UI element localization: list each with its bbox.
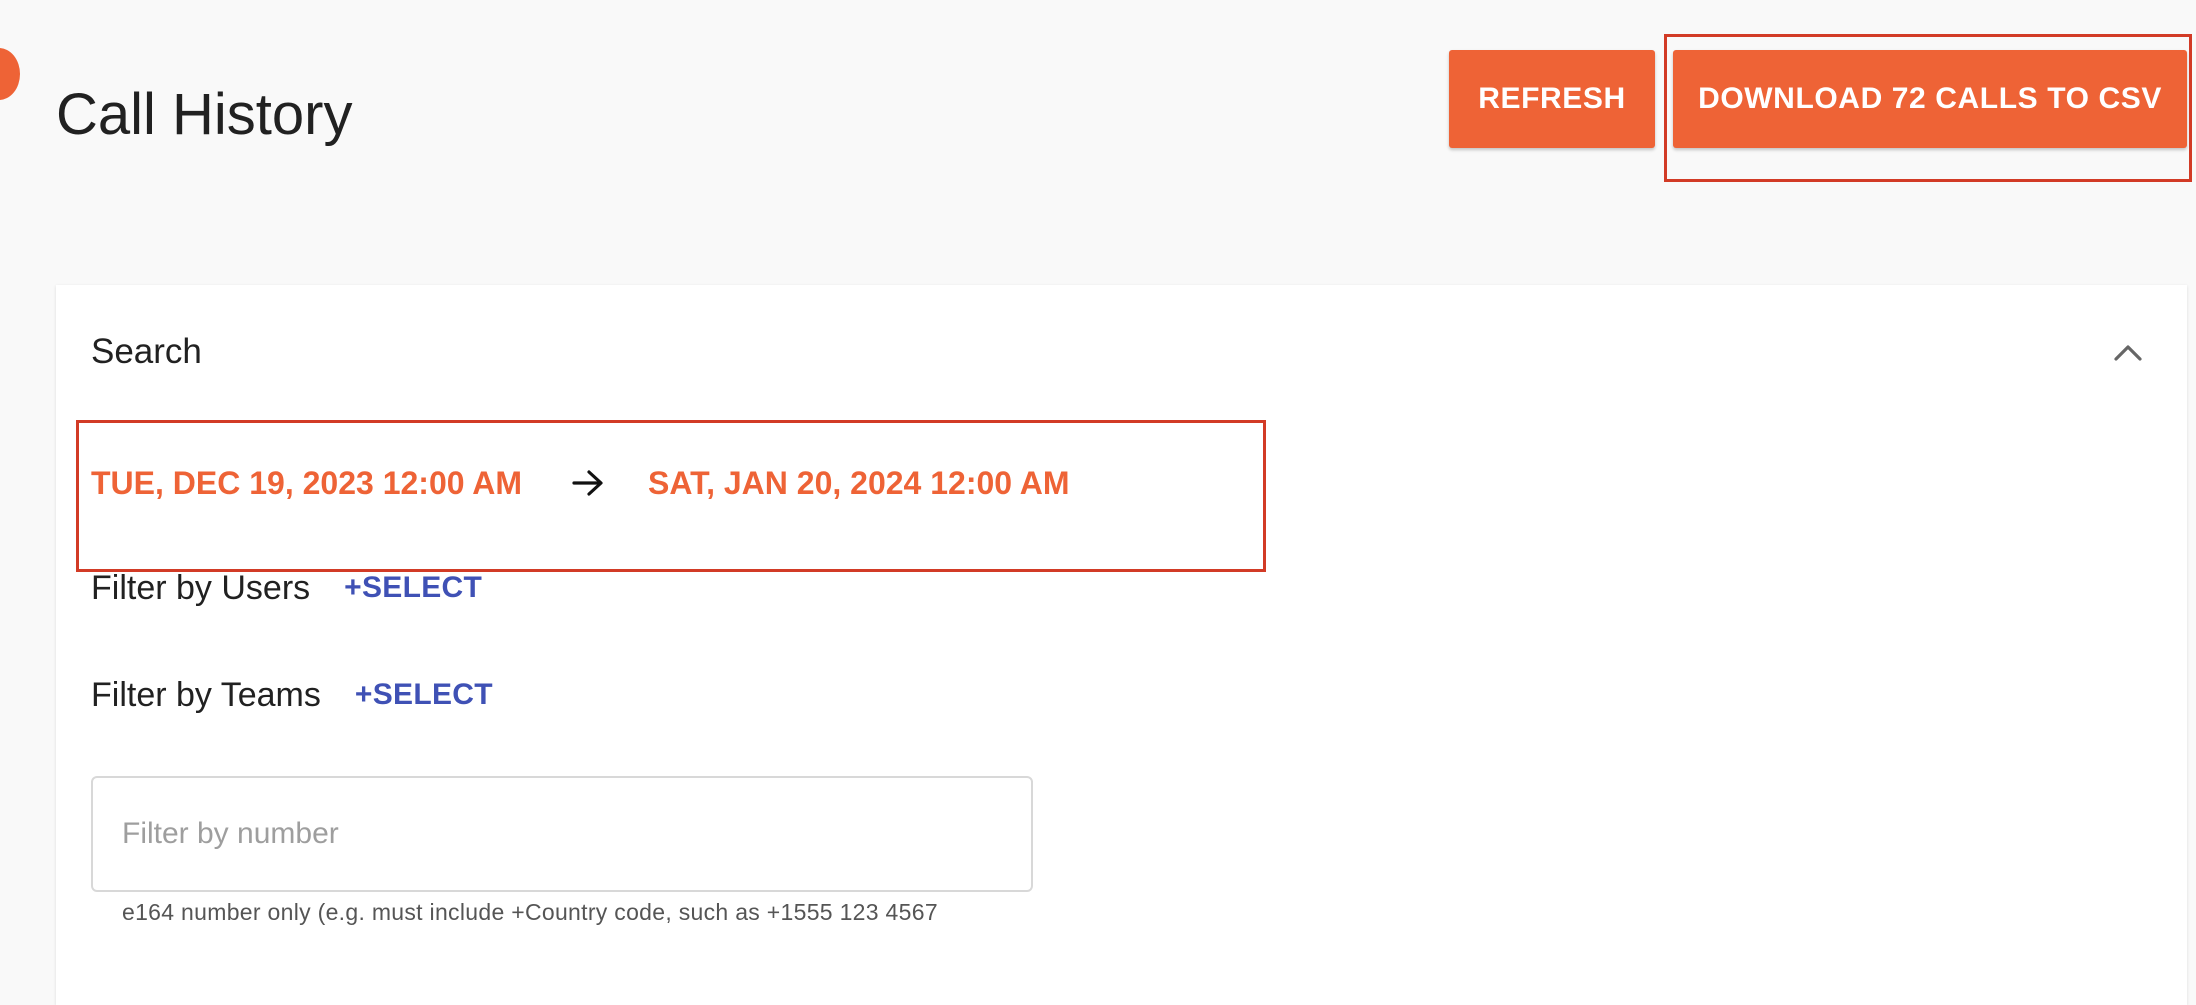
date-range-picker: TUE, DEC 19, 2023 12:00 AM SAT, JAN 20, … [91,463,1070,503]
select-teams-link[interactable]: +SELECT [355,678,493,712]
number-filter-input[interactable] [91,776,1033,892]
search-panel: Search TUE, DEC 19, 2023 12:00 AM SAT, J… [56,285,2187,1005]
filter-teams-label: Filter by Teams [91,675,321,714]
filter-users-label: Filter by Users [91,568,311,607]
filter-teams-row: Filter by Teams +SELECT [91,675,493,715]
corner-dot-decoration [0,48,20,100]
page-title: Call History [56,82,353,147]
arrow-right-icon [568,463,608,503]
filter-users-row: Filter by Users +SELECT [91,568,482,608]
number-filter-helper-text: e164 number only (e.g. must include +Cou… [122,899,938,925]
chevron-up-icon[interactable] [2110,337,2146,367]
download-csv-button[interactable]: DOWNLOAD 72 CALLS TO CSV [1673,50,2187,148]
start-date[interactable]: TUE, DEC 19, 2023 12:00 AM [91,465,522,502]
search-heading: Search [91,332,202,371]
select-users-link[interactable]: +SELECT [344,571,482,605]
end-date[interactable]: SAT, JAN 20, 2024 12:00 AM [648,465,1070,502]
refresh-button[interactable]: REFRESH [1449,50,1655,148]
